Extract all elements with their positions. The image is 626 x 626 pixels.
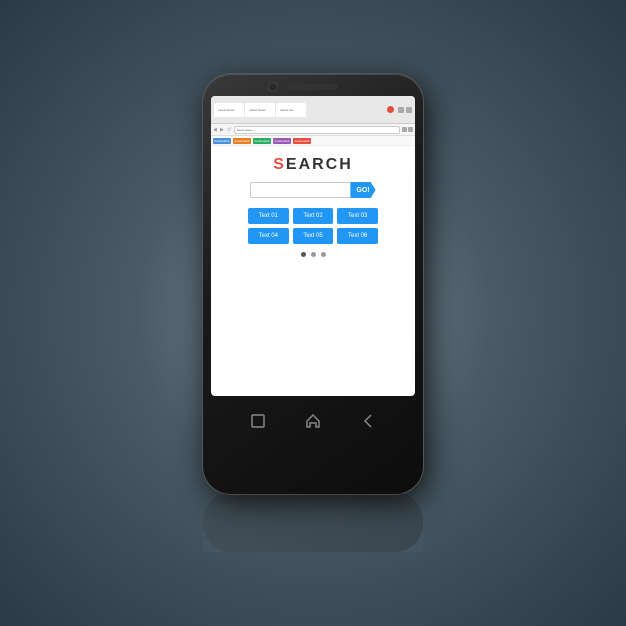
grid-item-2[interactable]: Text 02 (293, 208, 334, 224)
browser-controls (398, 107, 412, 113)
grid-item-4[interactable]: Text 04 (248, 228, 289, 244)
refresh-button[interactable]: ↺ (227, 127, 232, 132)
back-button[interactable]: ◀ (213, 127, 218, 132)
browser-tab-2[interactable]: Latest News (245, 103, 275, 117)
browser-tab-3[interactable]: Latest pla... (276, 103, 306, 117)
text-grid: Text 01 Text 02 Text 03 Text 04 Text 05 (248, 208, 378, 244)
square-nav-icon[interactable] (247, 410, 269, 432)
dot-2[interactable] (311, 252, 316, 257)
minimize-button[interactable] (398, 107, 404, 113)
search-title-s: S (273, 156, 286, 173)
browser-tab-bar: Latest News Latest News Latest pla... (211, 96, 415, 124)
address-bar[interactable]: latest place... (234, 126, 400, 134)
browser-menu-icons (402, 127, 413, 132)
dot-3[interactable] (321, 252, 326, 257)
phone-bottom-nav (211, 396, 415, 446)
forward-button[interactable]: ▶ (220, 127, 225, 132)
carousel-dots (301, 252, 326, 257)
search-title-rest: EARCH (286, 156, 353, 173)
search-title: SEARCH (273, 156, 353, 174)
grid-item-1[interactable]: Text 01 (248, 208, 289, 224)
bookmark-3[interactable]: bookmark3 (253, 138, 271, 144)
screen-content: SEARCH GO! Text 01 Text 02 (211, 146, 415, 267)
search-go-button[interactable]: GO! (350, 182, 375, 198)
home-nav-icon[interactable] (302, 410, 324, 432)
search-row: GO! (219, 182, 407, 198)
maximize-button[interactable] (406, 107, 412, 113)
phone-screen: Latest News Latest News Latest pla... (211, 96, 415, 396)
browser-close-button[interactable] (387, 106, 394, 113)
browser-nav-bar: ◀ ▶ ↺ latest place... (211, 124, 415, 136)
grid-item-3[interactable]: Text 03 (337, 208, 378, 224)
star-icon[interactable] (402, 127, 407, 132)
bookmarks-bar: bookmarks bookmark2 bookmark3 bookmark4 … (211, 136, 415, 146)
dot-1[interactable] (301, 252, 306, 257)
menu-icon[interactable] (408, 127, 413, 132)
browser-tabs: Latest News Latest News Latest pla... (214, 103, 383, 117)
search-input[interactable] (250, 182, 350, 198)
bookmark-2[interactable]: bookmark2 (233, 138, 251, 144)
grid-item-5[interactable]: Text 05 (293, 228, 334, 244)
bookmark-1[interactable]: bookmarks (213, 138, 231, 144)
phone-speaker (288, 84, 338, 90)
smartphone: Latest News Latest News Latest pla... (203, 74, 423, 494)
back-nav-icon[interactable] (357, 410, 379, 432)
phone-wrapper: Latest News Latest News Latest pla... (203, 74, 423, 552)
bookmark-4[interactable]: bookmark4 (273, 138, 291, 144)
grid-item-6[interactable]: Text 06 (337, 228, 378, 244)
browser-tab-1[interactable]: Latest News (214, 103, 244, 117)
reflection-inner (203, 492, 423, 552)
phone-reflection (203, 492, 423, 552)
bookmark-5[interactable]: bookmark5 (293, 138, 311, 144)
